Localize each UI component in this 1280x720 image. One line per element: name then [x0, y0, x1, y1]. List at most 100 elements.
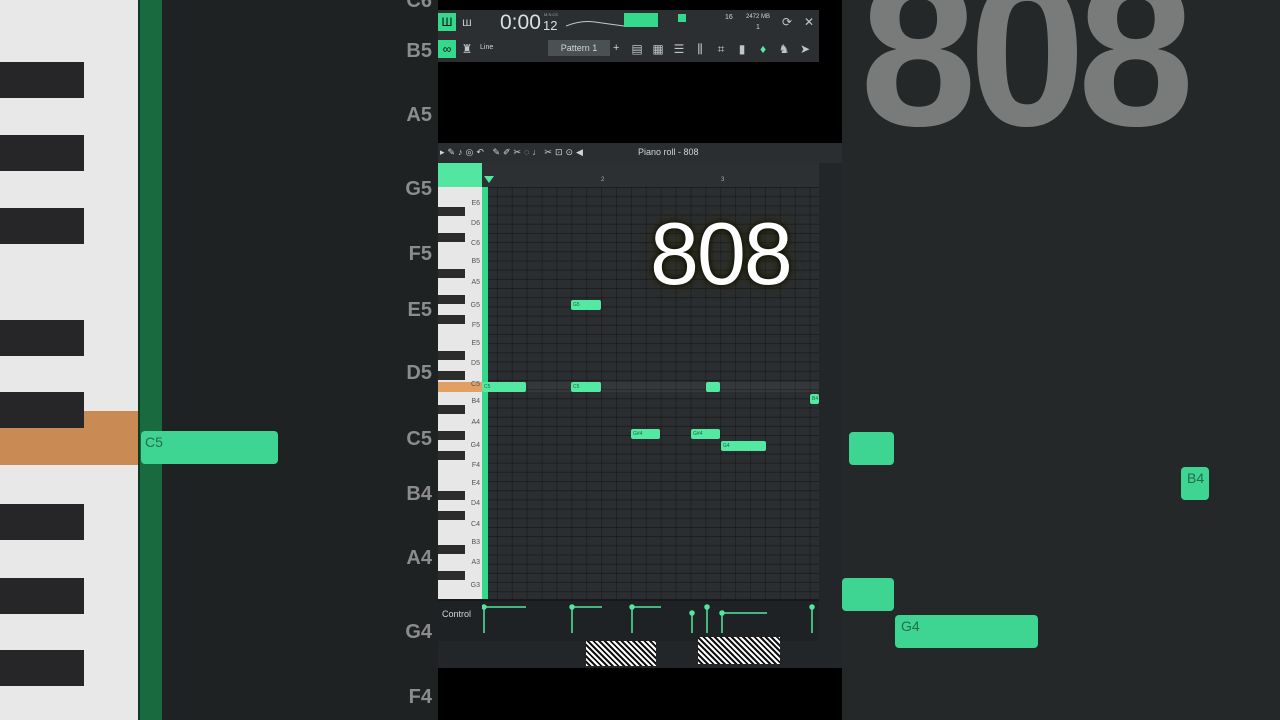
plugin-icon[interactable]: ▮ — [733, 40, 751, 58]
piano-keyboard[interactable]: E6 D6 C6 B5 A5 G5 F5 E5 D5 C5 B4 A4 G4 F… — [438, 187, 482, 599]
time-display-cs: 12 — [543, 18, 558, 33]
key-label: F5 — [408, 243, 432, 265]
black-key — [0, 578, 84, 614]
note[interactable]: G4 — [721, 441, 766, 451]
black-key[interactable] — [438, 233, 465, 242]
key-label: F4 — [471, 462, 480, 469]
time-display: 0:00 — [500, 11, 541, 34]
key-label: D5 — [406, 362, 432, 384]
control-label: Control — [442, 609, 472, 619]
note[interactable] — [706, 382, 720, 392]
note[interactable]: G#4 — [691, 429, 720, 439]
black-key[interactable] — [438, 545, 465, 554]
microphone-icon[interactable]: ♦ — [754, 40, 772, 58]
black-key[interactable] — [438, 511, 465, 520]
key-label: C6 — [471, 240, 480, 247]
key-label: D6 — [471, 220, 480, 227]
bar-number: 2 — [601, 177, 605, 183]
timeline-ruler[interactable]: 2 3 — [438, 163, 819, 187]
key-label: G3 — [470, 582, 480, 589]
key-label: B5 — [471, 258, 480, 265]
black-key — [0, 504, 84, 540]
overlay-title: 808 — [650, 204, 793, 303]
piano-roll-tools[interactable]: ▸✎♪◎↶ ✎✐✂◌♩✂⊡⊙◀ — [440, 147, 586, 158]
memory-readout: 2472 MB — [746, 14, 771, 20]
mixer-icon[interactable]: ▤ — [628, 40, 646, 58]
main-menu-icon[interactable]: ш — [458, 13, 476, 31]
black-key — [0, 650, 84, 686]
background-note: G4 — [895, 615, 1038, 648]
black-key — [0, 135, 84, 171]
key-label: A5 — [406, 104, 432, 126]
playhead-marker[interactable] — [484, 176, 494, 183]
note[interactable]: B4 — [810, 394, 819, 404]
add-pattern-button[interactable]: + — [613, 42, 619, 54]
key-label: C5 — [471, 381, 480, 388]
link-icon[interactable]: ∞ — [438, 40, 456, 58]
key-label: F5 — [471, 322, 480, 329]
stamp-icon[interactable]: ♜ — [458, 40, 476, 58]
black-key[interactable] — [438, 371, 465, 380]
background-note: C5 — [141, 431, 278, 464]
waveform-monitor — [566, 21, 624, 27]
black-key[interactable] — [438, 269, 465, 278]
key-label: D5 — [471, 360, 480, 367]
note[interactable]: C5 — [571, 382, 601, 392]
black-key[interactable] — [438, 431, 465, 440]
background-overlay-text: 808 — [860, 0, 1194, 170]
black-key[interactable] — [438, 295, 465, 304]
key-label: G4 — [470, 442, 480, 449]
key-label: E5 — [407, 299, 432, 321]
black-key — [0, 320, 84, 356]
record-indicator — [678, 14, 686, 22]
key-label: G4 — [405, 621, 432, 643]
key-label: B4 — [471, 398, 480, 405]
black-key[interactable] — [438, 571, 465, 580]
decorative-pattern — [698, 637, 780, 664]
background-note — [849, 432, 894, 465]
close-icon[interactable]: ✕ — [800, 13, 818, 31]
velocity-stems[interactable] — [482, 601, 819, 641]
black-key[interactable] — [438, 351, 465, 360]
ruler-corner — [438, 163, 482, 187]
pattern-selector[interactable]: Pattern 1 — [548, 40, 610, 56]
polyphony-readout: 1 — [756, 24, 760, 31]
key-label: B5 — [406, 40, 432, 62]
time-unit: M:S:CS — [544, 12, 558, 17]
key-label: G5 — [405, 178, 432, 200]
background-note — [842, 578, 894, 611]
black-key[interactable] — [438, 315, 465, 324]
piano-roll-icon[interactable]: ⫼ — [691, 40, 709, 58]
control-lane[interactable]: Control — [438, 599, 819, 641]
key-label: B3 — [471, 539, 480, 546]
note[interactable]: G5 — [571, 300, 601, 310]
background-note: B4 — [1181, 467, 1209, 500]
black-key — [0, 62, 84, 98]
key-label: E4 — [471, 480, 480, 487]
black-key[interactable] — [438, 207, 465, 216]
black-key[interactable] — [438, 451, 465, 460]
key-label: D4 — [471, 500, 480, 507]
snap-selector[interactable]: Line — [480, 44, 493, 51]
help-icon[interactable]: ♞ — [775, 40, 793, 58]
playhead[interactable] — [482, 187, 488, 599]
decorative-pattern — [586, 641, 656, 666]
black-key[interactable] — [438, 491, 465, 500]
black-key — [0, 208, 84, 244]
key-label: B4 — [406, 483, 432, 505]
channel-rack-icon[interactable]: ▦ — [649, 40, 667, 58]
pattern-song-toggle[interactable]: Ш — [438, 13, 456, 31]
key-label: E6 — [471, 200, 480, 207]
master-volume-meter[interactable] — [624, 13, 658, 27]
playlist-icon[interactable]: ☰ — [670, 40, 688, 58]
piano-roll-toolbar: ▸✎♪◎↶ ✎✐✂◌♩✂⊡⊙◀ Piano roll - 808 — [438, 143, 842, 163]
key-label: C4 — [471, 521, 480, 528]
refresh-icon[interactable]: ⟳ — [778, 13, 796, 31]
key-label: F4 — [408, 686, 432, 708]
tools-icon[interactable]: ➤ — [796, 40, 814, 58]
black-key[interactable] — [438, 405, 465, 414]
background-playhead — [138, 0, 162, 720]
note[interactable]: G#4 — [631, 429, 660, 439]
browser-icon[interactable]: ⌗ — [712, 40, 730, 58]
note[interactable]: C5 — [482, 382, 526, 392]
